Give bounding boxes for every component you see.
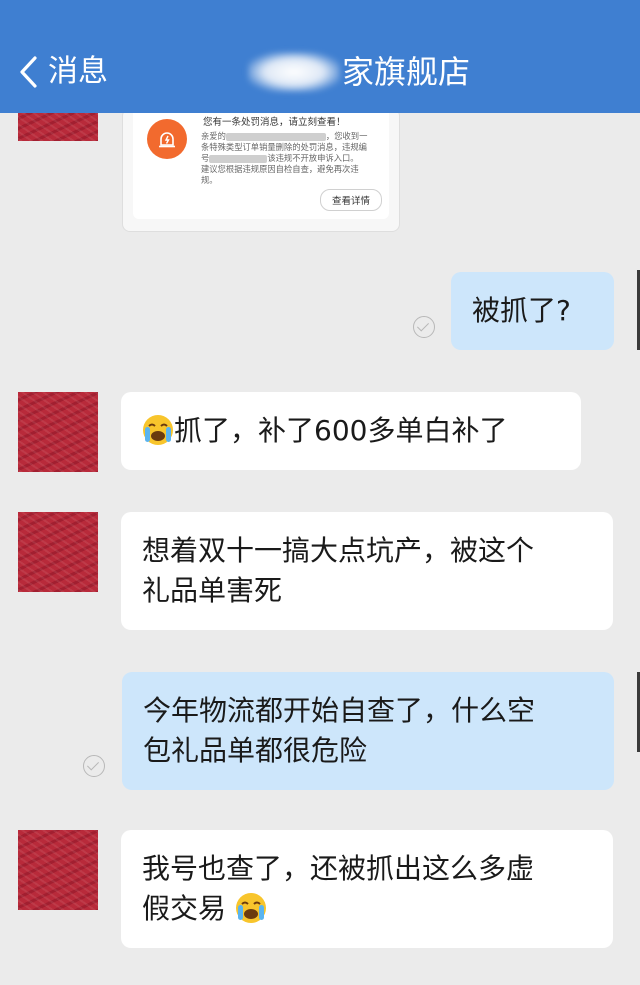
loudly-crying-face-icon xyxy=(142,414,174,446)
message-text: 被抓了? xyxy=(472,294,571,327)
message-bubble-incoming[interactable]: 抓了，补了600多单白补了 xyxy=(121,392,581,470)
redacted-name xyxy=(225,132,326,141)
notice-line: 建议您根据违规原因自检自查，避免再次违 xyxy=(201,164,359,174)
message-text-line: 礼品单害死 xyxy=(142,574,283,607)
back-label: 消息 xyxy=(48,54,108,89)
notice-card[interactable]: 您有一条处罚消息，请立刻查看！ 亲爱的 ，您收到一 条特殊类型订单销量删除的处罚消… xyxy=(133,109,389,219)
blurred-shop-name xyxy=(248,52,340,92)
avatar[interactable] xyxy=(18,830,98,910)
avatar[interactable] xyxy=(18,512,98,592)
message-text-line: 包礼品单都很危险 xyxy=(143,734,368,767)
notice-line: 亲爱的 xyxy=(201,131,226,141)
chat-title: 家旗舰店 xyxy=(248,52,470,92)
notice-line: 该违规不开放申诉入口。 xyxy=(267,153,359,163)
message-text-line: 想着双十一搞大点坑产，被这个 xyxy=(142,534,535,567)
notice-line: 规。 xyxy=(201,175,218,185)
shop-title-text: 家旗舰店 xyxy=(342,53,471,91)
read-receipt-icon xyxy=(83,755,105,777)
notice-line: ，您收到一 xyxy=(325,131,368,141)
message-text: 抓了，补了600多单白补了 xyxy=(174,414,508,447)
loudly-crying-face-icon xyxy=(235,892,267,924)
redacted-violation-id xyxy=(209,154,268,163)
notice-card-message[interactable]: 您有一条处罚消息，请立刻查看！ 亲爱的 ，您收到一 条特殊类型订单销量删除的处罚消… xyxy=(122,108,400,232)
message-bubble-incoming[interactable]: 想着双十一搞大点坑产，被这个 礼品单害死 xyxy=(121,512,613,630)
message-text-line: 假交易 xyxy=(142,892,227,925)
notice-line: 号 xyxy=(201,153,210,163)
message-bubble-outgoing[interactable]: 今年物流都开始自查了，什么空 包礼品单都很危险 xyxy=(122,672,614,790)
chat-header: 消息 家旗舰店 xyxy=(0,0,640,113)
back-button[interactable]: 消息 xyxy=(18,52,108,92)
read-receipt-icon xyxy=(413,316,435,338)
penalty-icon xyxy=(147,119,187,159)
message-bubble-incoming[interactable]: 我号也查了，还被抓出这么多虚 假交易 xyxy=(121,830,613,948)
notice-body: 亲爱的 ，您收到一 条特殊类型订单销量删除的处罚消息，违规编 号 该违规不开放申诉入… xyxy=(201,131,381,186)
message-text-line: 我号也查了，还被抓出这么多虚 xyxy=(142,852,535,885)
message-bubble-outgoing[interactable]: 被抓了? xyxy=(451,272,614,350)
message-text-line: 今年物流都开始自查了，什么空 xyxy=(143,694,536,727)
notice-title: 您有一条处罚消息，请立刻查看！ xyxy=(203,117,346,128)
chevron-left-icon xyxy=(20,56,37,88)
view-details-button[interactable]: 查看详情 xyxy=(320,189,382,211)
avatar[interactable] xyxy=(18,392,98,472)
notice-line: 条特殊类型订单销量删除的处罚消息，违规编 xyxy=(201,142,367,152)
